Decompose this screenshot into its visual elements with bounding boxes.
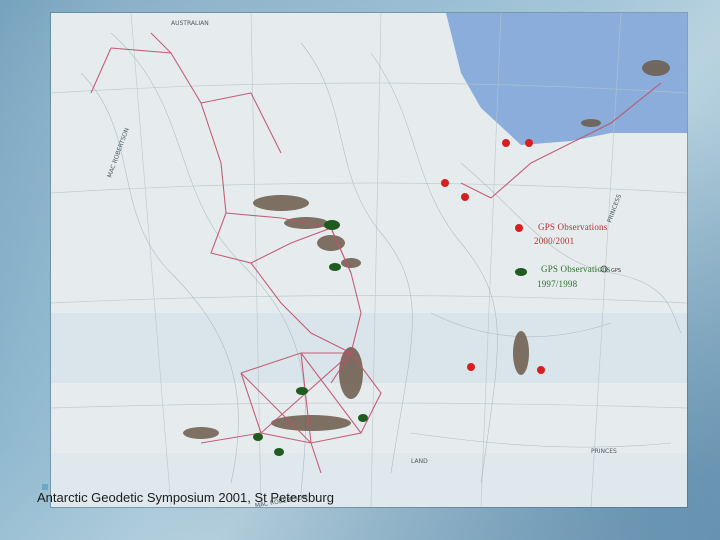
map-label-middle: LAND: [411, 458, 428, 465]
gps-station-red: [502, 139, 510, 147]
gps-station-green: [324, 220, 340, 230]
gps-station-green: [274, 448, 284, 456]
legend-2000-label: GPS Observations: [538, 222, 608, 232]
legend-red-dot: [515, 224, 523, 232]
map-label-bottom-right: PRINCES: [591, 448, 617, 455]
gps-station-green: [296, 387, 308, 395]
gps-key-label: GPS: [611, 268, 621, 274]
legend-2000-period: 2000/2001: [534, 236, 575, 246]
map-canvas: AUSTRALIAN MAC ROBERTSON MAC ROBERTSON P…: [51, 13, 687, 507]
gps-station-green: [253, 433, 263, 441]
gps-station-red: [537, 366, 545, 374]
gps-station-red: [467, 363, 475, 371]
gps-station-red: [441, 179, 449, 187]
slide-footer: Antarctic Geodetic Symposium 2001, St Pe…: [37, 490, 334, 505]
map-label-top: AUSTRALIAN: [171, 20, 209, 27]
gps-station-green: [358, 414, 368, 422]
antarctic-map: AUSTRALIAN MAC ROBERTSON MAC ROBERTSON P…: [51, 13, 687, 507]
legend-green-dot: [515, 268, 527, 276]
gps-station-red: [525, 139, 533, 147]
gps-station-green: [329, 263, 341, 271]
legend-1997-period: 1997/1998: [537, 279, 578, 289]
gps-station-red: [461, 193, 469, 201]
legend-1997-label: GPS Observations: [541, 264, 611, 274]
